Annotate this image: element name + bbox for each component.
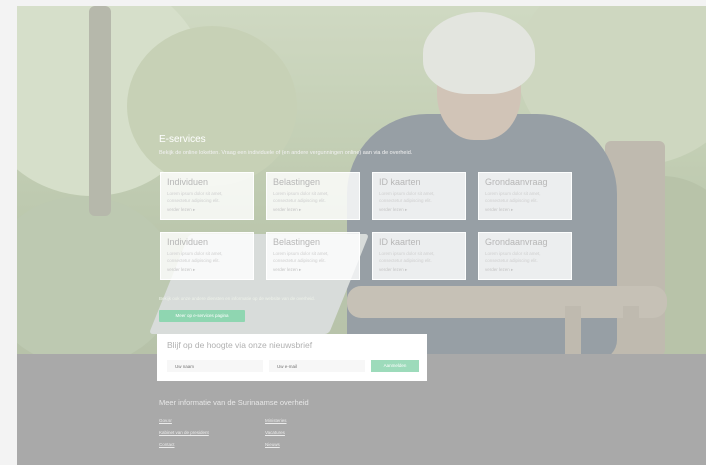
service-card-individuen[interactable]: Individuen Lorem ipsum dolor sit amet, c…	[160, 172, 254, 220]
card-title: ID kaarten	[379, 237, 421, 247]
card-title: Individuen	[167, 177, 209, 187]
service-card-belastingen[interactable]: Belastingen Lorem ipsum dolor sit amet, …	[266, 172, 360, 220]
service-card-id-kaarten[interactable]: ID kaarten Lorem ipsum dolor sit amet, c…	[372, 232, 466, 280]
card-read-more-link[interactable]: verder lezen ▸	[167, 267, 247, 273]
newsletter-subscribe-button[interactable]: Aanmelden	[371, 360, 419, 372]
hero-subtitle: Bekijk de online loketten. Vraag een ind…	[159, 150, 413, 156]
footer-link-nieuws[interactable]: Nieuws	[265, 442, 280, 447]
service-card-grondaanvraag[interactable]: Grondaanvraag Lorem ipsum dolor sit amet…	[478, 232, 572, 280]
card-text: Lorem ipsum dolor sit amet, consectetur …	[273, 251, 329, 263]
more-services-text: Bekijk ook onze andere diensten en infor…	[159, 296, 315, 301]
card-title: Individuen	[167, 237, 209, 247]
newsletter-email-input[interactable]	[269, 360, 365, 372]
card-read-more-link[interactable]: verder lezen ▸	[273, 207, 353, 213]
footer-link-gov[interactable]: Gov.sr	[159, 418, 172, 423]
service-card-id-kaarten[interactable]: ID kaarten Lorem ipsum dolor sit amet, c…	[372, 172, 466, 220]
card-text: Lorem ipsum dolor sit amet, consectetur …	[167, 251, 223, 263]
card-text: Lorem ipsum dolor sit amet, consectetur …	[379, 191, 435, 203]
more-services-button[interactable]: Meer op e-services pagina	[159, 310, 245, 322]
card-read-more-link[interactable]: verder lezen ▸	[485, 207, 565, 213]
card-read-more-link[interactable]: verder lezen ▸	[167, 207, 247, 213]
card-text: Lorem ipsum dolor sit amet, consectetur …	[485, 251, 541, 263]
hero-title: E-services	[159, 134, 206, 145]
service-card-individuen[interactable]: Individuen Lorem ipsum dolor sit amet, c…	[160, 232, 254, 280]
card-title: Grondaanvraag	[485, 177, 548, 187]
card-read-more-link[interactable]: verder lezen ▸	[485, 267, 565, 273]
page: E-services Bekijk de online loketten. Vr…	[17, 0, 706, 465]
card-read-more-link[interactable]: verder lezen ▸	[379, 207, 459, 213]
newsletter-box: Blijf op de hoogte via onze nieuwsbrief …	[157, 334, 427, 381]
footer-title: Meer informatie van de Surinaamse overhe…	[159, 398, 309, 407]
hero-section: E-services Bekijk de online loketten. Vr…	[17, 6, 706, 354]
card-read-more-link[interactable]: verder lezen ▸	[379, 267, 459, 273]
newsletter-name-input[interactable]	[167, 360, 263, 372]
card-title: Belastingen	[273, 237, 321, 247]
card-text: Lorem ipsum dolor sit amet, consectetur …	[379, 251, 435, 263]
footer-link-ministeries[interactable]: Ministeries	[265, 418, 287, 423]
footer-link-kabinet[interactable]: Kabinet van de president	[159, 430, 209, 435]
footer-link-contact[interactable]: Contact	[159, 442, 175, 447]
newsletter-title: Blijf op de hoogte via onze nieuwsbrief	[167, 340, 313, 350]
card-text: Lorem ipsum dolor sit amet, consectetur …	[485, 191, 541, 203]
hero-overlay	[17, 6, 706, 354]
service-card-grondaanvraag[interactable]: Grondaanvraag Lorem ipsum dolor sit amet…	[478, 172, 572, 220]
card-read-more-link[interactable]: verder lezen ▸	[273, 267, 353, 273]
card-text: Lorem ipsum dolor sit amet, consectetur …	[167, 191, 223, 203]
service-card-belastingen[interactable]: Belastingen Lorem ipsum dolor sit amet, …	[266, 232, 360, 280]
footer-link-vacatures[interactable]: Vacatures	[265, 430, 285, 435]
card-title: ID kaarten	[379, 177, 421, 187]
card-title: Grondaanvraag	[485, 237, 548, 247]
card-title: Belastingen	[273, 177, 321, 187]
card-text: Lorem ipsum dolor sit amet, consectetur …	[273, 191, 329, 203]
